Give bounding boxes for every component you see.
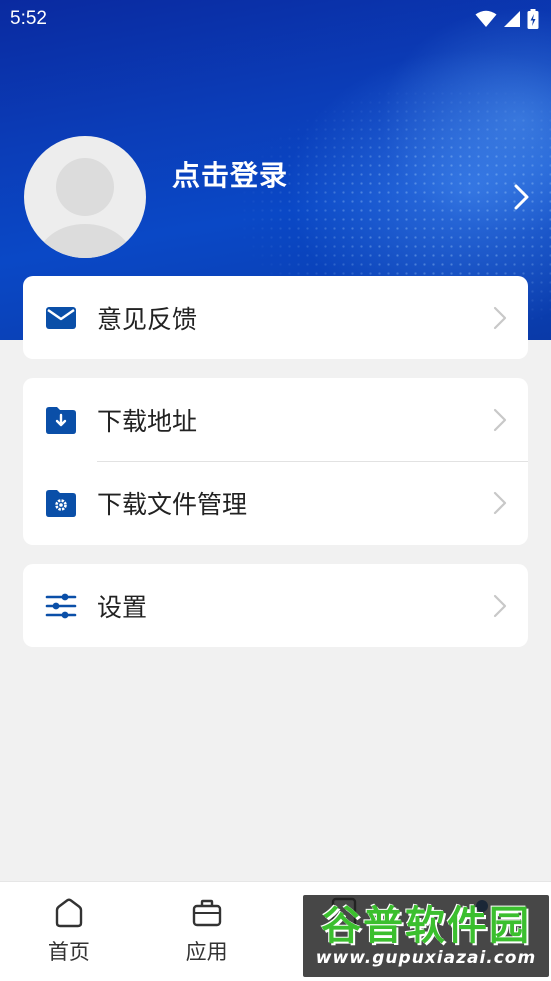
feedback-card: 意见反馈 <box>23 276 528 359</box>
download-card: 下载地址 下载文件管理 <box>23 378 528 545</box>
envelope-icon <box>46 306 76 329</box>
chevron-right-icon <box>493 408 507 431</box>
menu-item-label: 下载文件管理 <box>97 489 248 519</box>
nav-item-label: 首页 <box>47 940 90 964</box>
home-icon <box>55 898 83 928</box>
nav-item-apps[interactable]: 应用 <box>138 882 276 981</box>
nav-item-home[interactable]: 首页 <box>0 882 138 981</box>
chevron-right-icon <box>493 594 507 617</box>
menu-item-download-address[interactable]: 下载地址 <box>23 378 528 461</box>
menu-item-label: 意见反馈 <box>97 304 198 334</box>
menu-item-label: 设置 <box>97 592 148 622</box>
menu-item-download-manager[interactable]: 下载文件管理 <box>23 461 528 544</box>
folder-download-icon <box>46 406 76 434</box>
watermark-title: 谷普软件园 <box>321 903 531 949</box>
status-time: 5:52 <box>10 8 47 29</box>
menu-item-settings[interactable]: 设置 <box>23 564 528 647</box>
wifi-icon <box>475 10 497 27</box>
menu-item-feedback[interactable]: 意见反馈 <box>23 276 528 359</box>
briefcase-icon <box>192 899 221 927</box>
login-label[interactable]: 点击登录 <box>172 154 288 194</box>
signal-icon <box>504 11 520 27</box>
menu-item-label: 下载地址 <box>97 406 198 436</box>
status-bar: 5:52 <box>0 0 551 38</box>
avatar[interactable] <box>24 136 146 258</box>
sliders-icon <box>45 593 77 618</box>
watermark: 谷普软件园 www.gupuxiazai.com <box>303 895 549 977</box>
settings-card: 设置 <box>23 564 528 647</box>
chevron-right-icon[interactable] <box>510 182 532 212</box>
folder-gear-icon <box>46 489 76 517</box>
chevron-right-icon <box>493 491 507 514</box>
nav-item-label: 应用 <box>185 940 228 964</box>
watermark-url: www.gupuxiazai.com <box>315 948 537 968</box>
battery-charging-icon <box>527 9 539 29</box>
chevron-right-icon <box>493 306 507 329</box>
